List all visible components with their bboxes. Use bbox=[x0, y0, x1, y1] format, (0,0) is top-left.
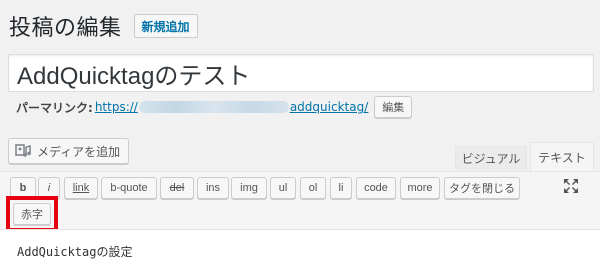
permalink-row: パーマリンク: https:// addquicktag/ 編集 bbox=[16, 96, 413, 118]
edit-slug-button[interactable]: 編集 bbox=[374, 96, 413, 118]
permalink-url-prefix: https:// bbox=[94, 100, 138, 114]
quicktag-li-button[interactable]: li bbox=[330, 177, 352, 199]
post-content-text: AddQuicktagの設定 bbox=[17, 245, 133, 259]
post-title-input[interactable] bbox=[9, 55, 593, 91]
media-icon bbox=[15, 144, 33, 158]
permalink-label: パーマリンク: bbox=[16, 100, 93, 115]
post-content-textarea[interactable]: AddQuicktagの設定 bbox=[0, 229, 600, 280]
tab-visual[interactable]: ビジュアル bbox=[455, 146, 527, 170]
add-new-button[interactable]: 新規追加 bbox=[133, 14, 198, 38]
add-media-button[interactable]: メディアを追加 bbox=[8, 138, 130, 164]
heading-row: 投稿の編集 新規追加 bbox=[9, 10, 198, 42]
quicktag-code-button[interactable]: code bbox=[356, 177, 396, 199]
quicktag-ins-button[interactable]: ins bbox=[197, 177, 229, 199]
add-media-label: メディアを追加 bbox=[37, 144, 121, 159]
permalink-slug: addquicktag/ bbox=[289, 100, 369, 114]
tab-text[interactable]: テキスト bbox=[530, 142, 594, 172]
post-title-field bbox=[8, 54, 594, 92]
permalink-blurred-domain bbox=[138, 101, 289, 113]
fullscreen-icon[interactable] bbox=[562, 177, 580, 195]
page-title: 投稿の編集 bbox=[9, 16, 122, 41]
quicktag-ul-button[interactable]: ul bbox=[270, 177, 296, 199]
quicktag-more-button[interactable]: more bbox=[400, 177, 440, 199]
quicktag-bquote-button[interactable]: b-quote bbox=[101, 177, 157, 199]
quicktag-close-tags-button[interactable]: タグを閉じる bbox=[444, 177, 520, 199]
quicktag-img-button[interactable]: img bbox=[231, 177, 267, 199]
permalink-link[interactable]: https:// addquicktag/ bbox=[95, 100, 368, 114]
highlight-box bbox=[6, 196, 58, 232]
quicktag-link-button[interactable]: link bbox=[64, 177, 98, 199]
quicktag-ol-button[interactable]: ol bbox=[300, 177, 326, 199]
quicktag-del-button[interactable]: del bbox=[160, 177, 194, 199]
